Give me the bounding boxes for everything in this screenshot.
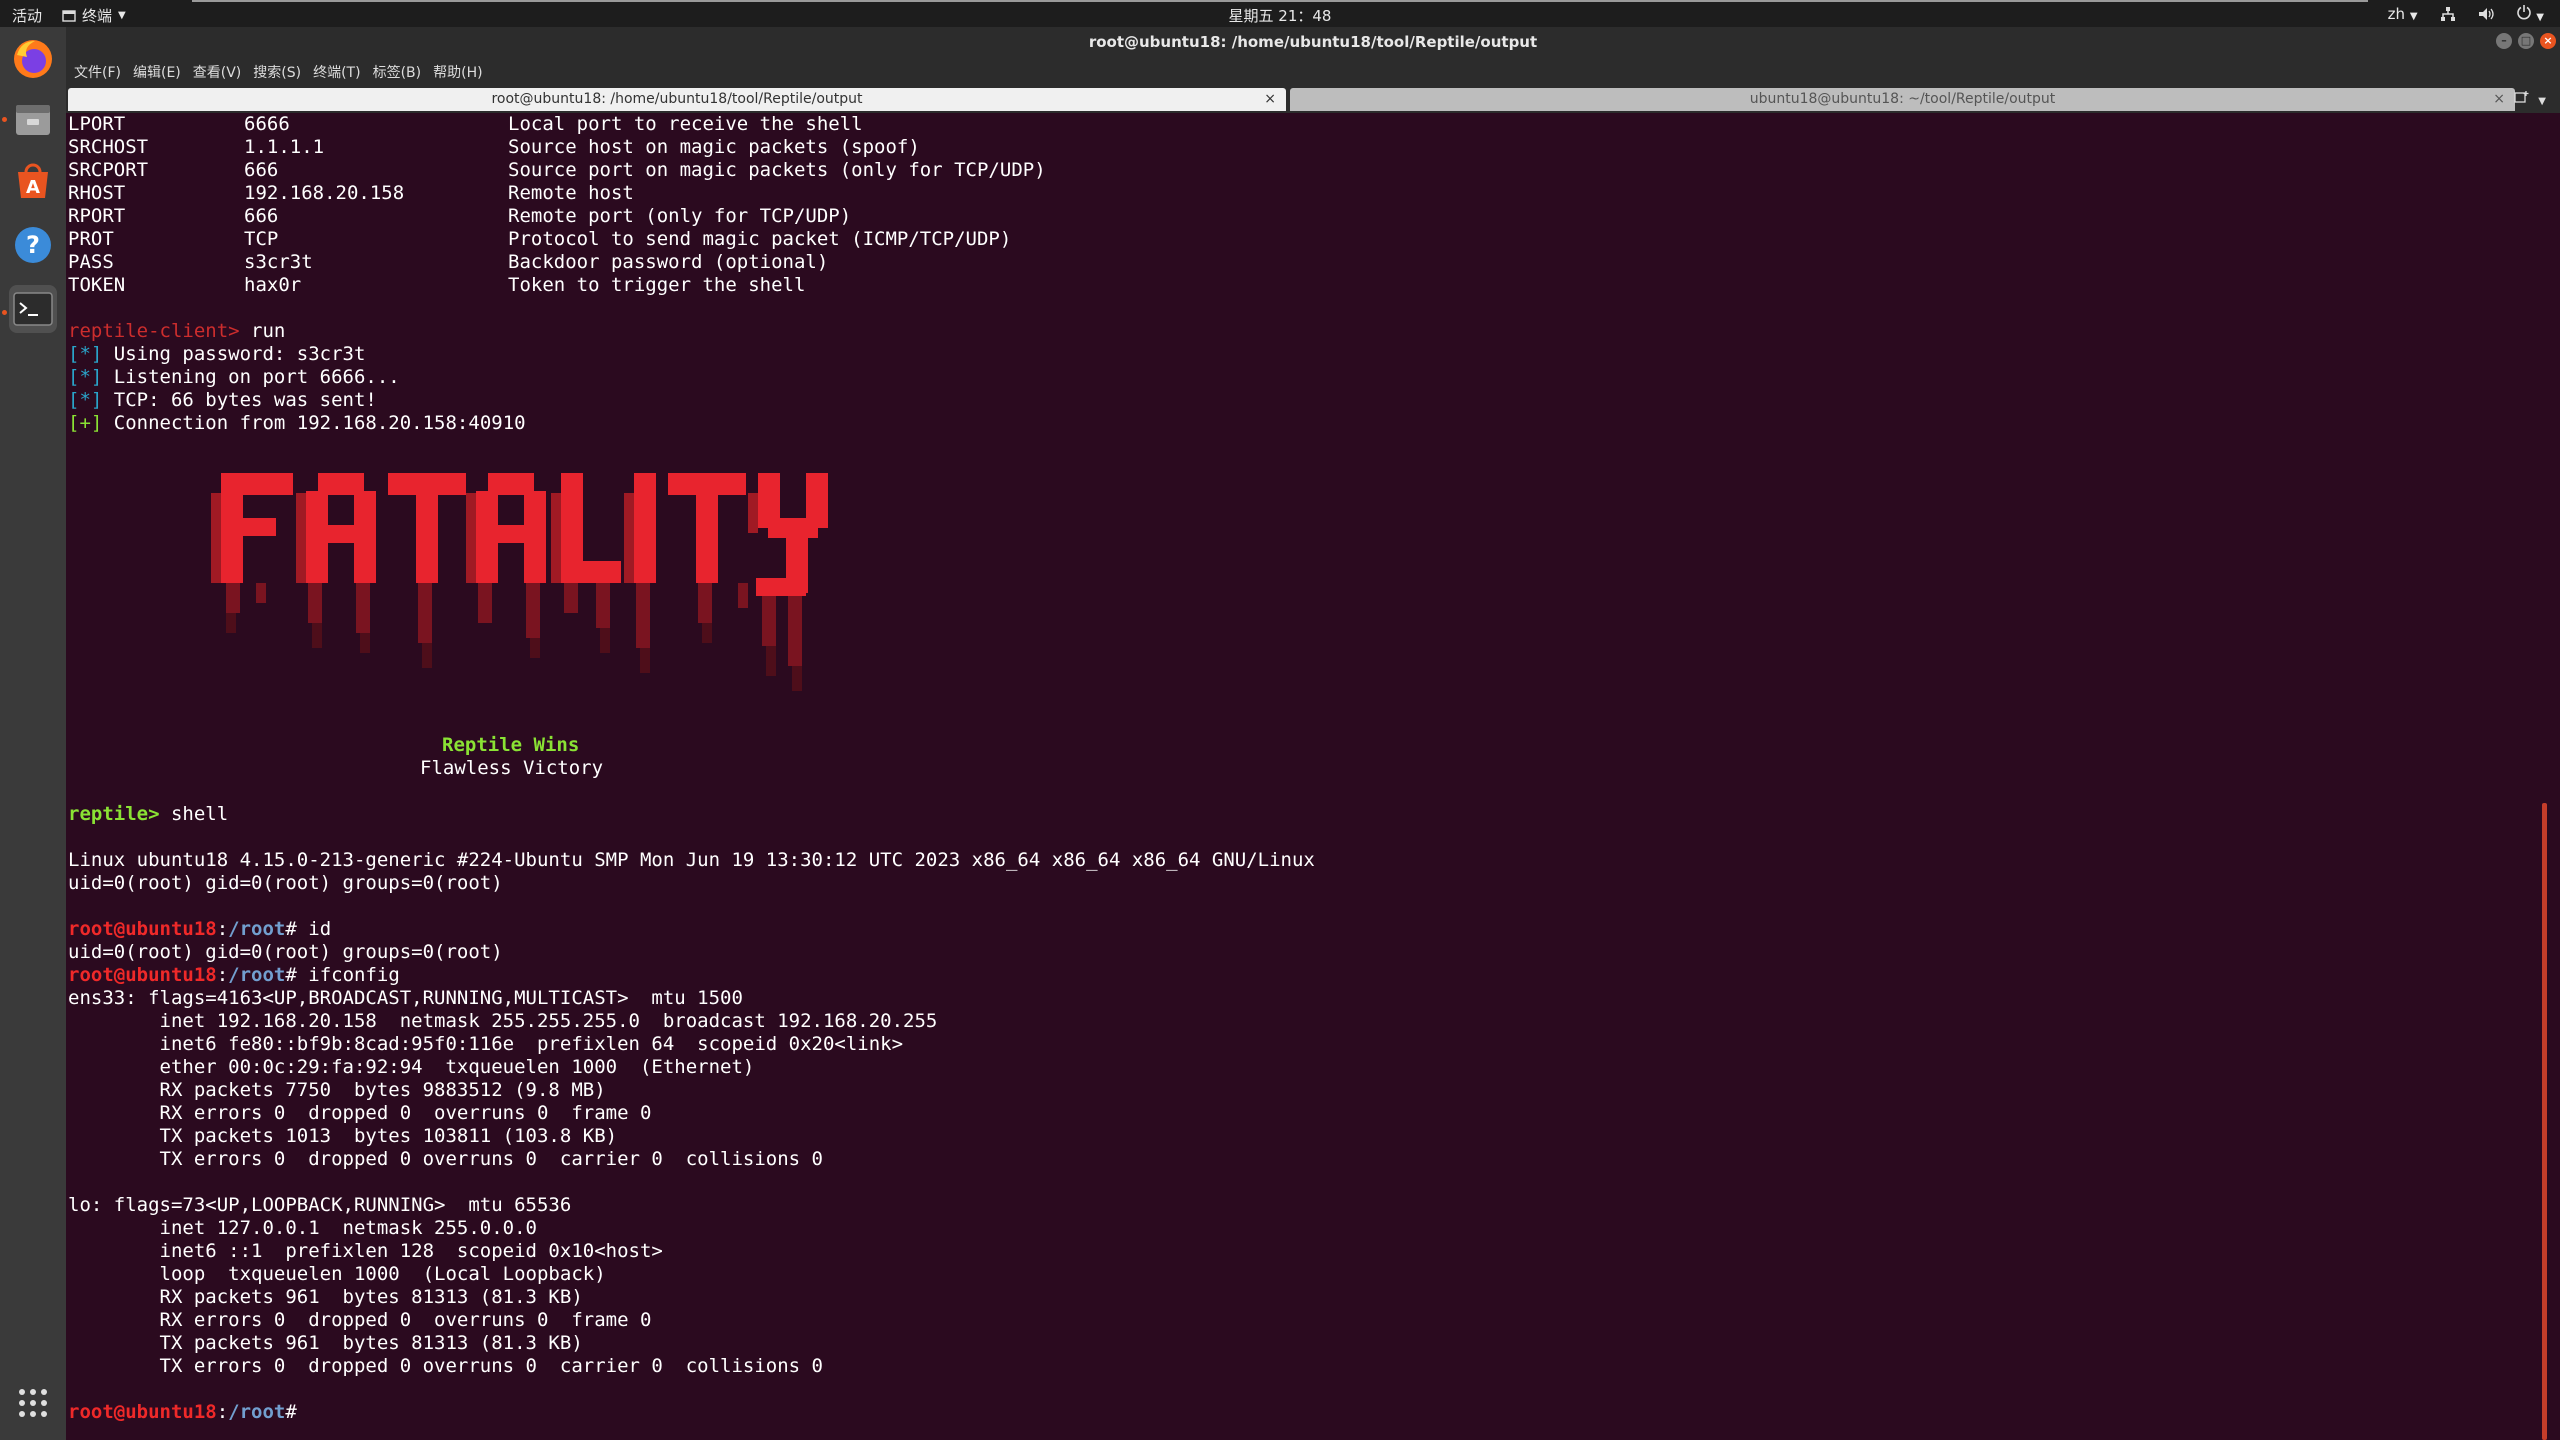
option-row: LPORT 6666 Local port to receive the shell [68,113,863,135]
terminal-launcher[interactable] [9,285,57,333]
apps-grid-icon [19,1389,47,1417]
ifconfig-line: TX packets 961 bytes 81313 (81.3 KB) [68,1332,583,1354]
running-indicator [2,310,7,315]
help-launcher[interactable]: ? [9,221,57,269]
tab-root-output[interactable]: root@ubuntu18: /home/ubuntu18/tool/Repti… [68,88,1286,111]
software-launcher[interactable]: A [9,157,57,205]
status-line: [*] TCP: 66 bytes was sent! [68,389,377,411]
window-title: root@ubuntu18: /home/ubuntu18/tool/Repti… [1088,33,1538,51]
option-row: SRCPORT 666 Source port on magic packets (… [68,159,1046,181]
menu-tabs[interactable]: 标签(B) [373,62,422,82]
ifconfig-line: inet 127.0.0.1 netmask 255.0.0.0 [68,1217,538,1239]
ifconfig-line: inet 192.168.20.158 netmask 255.255.255.… [68,1010,938,1032]
option-row: SRCHOST 1.1.1.1 Source host on magic packe… [68,136,920,158]
banner-victory: Flawless Victory [420,757,604,779]
ifconfig-line: RX errors 0 dropped 0 overruns 0 frame 0 [68,1309,652,1331]
option-row: RPORT 666 Remote port (only for TCP/UDP) [68,205,852,227]
dock: A ? [0,27,66,1440]
ifconfig-line: inet6 ::1 prefixlen 128 scopeid 0x10<hos… [68,1240,663,1262]
ifconfig-line: ether 00:0c:29:fa:92:94 txqueuelen 1000 … [68,1056,755,1078]
id-output-line: uid=0(root) gid=0(root) groups=0(root) [68,872,503,894]
status-line: [+] Connection from 192.168.20.158:40910 [68,412,526,434]
current-prompt-line[interactable]: root@ubuntu18:/root# [68,1401,297,1424]
chevron-down-icon: ▼ [2536,12,2544,23]
firefox-icon [14,40,52,78]
menu-bar: 文件(F) 编辑(E) 查看(V) 搜索(S) 终端(T) 标签(B) 帮助(H… [66,57,2560,86]
top-panel: 活动 终端 ▼ 星期五 21：48 zh ▼ ▼ [0,0,2560,27]
files-icon [16,105,50,135]
root-prompt-line: root@ubuntu18:/root# id [68,918,332,940]
tab-label: root@ubuntu18: /home/ubuntu18/tool/Repti… [491,91,863,107]
menu-view[interactable]: 查看(V) [193,62,242,82]
new-tab-button[interactable]: ▼ [2513,90,2546,108]
option-row: RHOST 192.168.20.158 Remote host [68,182,634,204]
menu-search[interactable]: 搜索(S) [253,62,301,82]
menu-edit[interactable]: 编辑(E) [133,62,181,82]
tab-label: ubuntu18@ubuntu18: ~/tool/Reptile/output [1749,91,2056,107]
ifconfig-line: TX errors 0 dropped 0 overruns 0 carrier… [68,1355,823,1377]
reptile-prompt-line: reptile> shell [68,803,229,825]
tab-user-output[interactable]: ubuntu18@ubuntu18: ~/tool/Reptile/output… [1290,88,2515,111]
option-row: TOKEN hax0r Token to trigger the shell [68,274,806,296]
ifconfig-line: inet6 fe80::bf9b:8cad:95f0:116e prefixle… [68,1033,904,1055]
ifconfig-line: RX packets 961 bytes 81313 (81.3 KB) [68,1286,583,1308]
progress-line [192,0,2368,2]
minimize-button[interactable]: – [2496,33,2512,49]
option-row: PASS s3cr3t Backdoor password (optional) [68,251,829,273]
files-launcher[interactable] [9,95,57,143]
scrollbar[interactable] [2542,803,2547,1440]
language-indicator[interactable]: zh ▼ [2388,5,2418,23]
maximize-button[interactable]: □ [2518,33,2534,49]
terminal-icon [13,292,53,326]
system-tray[interactable]: zh ▼ ▼ [2388,4,2544,24]
ifconfig-line: RX packets 7750 bytes 9883512 (9.8 MB) [68,1079,606,1101]
ifconfig-line: RX errors 0 dropped 0 overruns 0 frame 0 [68,1102,652,1124]
ifconfig-line: loop txqueuelen 1000 (Local Loopback) [68,1263,606,1285]
root-prompt-line: root@ubuntu18:/root# ifconfig [68,964,400,986]
window-titlebar[interactable]: root@ubuntu18: /home/ubuntu18/tool/Repti… [66,27,2560,57]
clock[interactable]: 星期五 21：48 [0,5,2560,26]
ifconfig-line: ens33: flags=4163<UP,BROADCAST,RUNNING,M… [68,987,743,1009]
tab-bar: root@ubuntu18: /home/ubuntu18/tool/Repti… [66,86,2560,113]
close-tab-icon[interactable]: × [2493,88,2505,111]
help-icon: ? [15,227,51,263]
status-line: [*] Listening on port 6666... [68,366,400,388]
close-button[interactable]: × [2540,33,2556,49]
id-output-line: uid=0(root) gid=0(root) groups=0(root) [68,941,503,963]
power-icon [2516,5,2531,20]
running-indicator [2,117,7,122]
client-prompt-line: reptile-client> run [68,320,286,342]
menu-terminal[interactable]: 终端(T) [313,62,360,82]
option-row: PROT TCP Protocol to send magic packet (IC… [68,228,1012,250]
new-tab-icon [2513,91,2529,103]
fatality-banner-art [211,473,828,691]
svg-text:A: A [26,177,40,198]
show-applications-button[interactable] [9,1379,57,1427]
menu-help[interactable]: 帮助(H) [433,62,482,82]
software-icon: A [18,163,48,198]
volume-icon[interactable] [2478,6,2494,22]
terminal-output[interactable]: LPORT 6666 Local port to receive the shell… [67,113,2547,1440]
ifconfig-line: lo: flags=73<UP,LOOPBACK,RUNNING> mtu 65… [68,1194,572,1216]
network-icon[interactable] [2440,6,2456,22]
menu-file[interactable]: 文件(F) [74,62,121,82]
ifconfig-line: TX errors 0 dropped 0 overruns 0 carrier… [68,1148,823,1170]
uname-line: Linux ubuntu18 4.15.0-213-generic #224-U… [68,849,1315,871]
firefox-launcher[interactable] [9,35,57,83]
close-tab-icon[interactable]: × [1264,88,1276,111]
chevron-down-icon: ▼ [2538,96,2546,107]
banner-wins: Reptile Wins [442,734,580,756]
ifconfig-line: TX packets 1013 bytes 103811 (103.8 KB) [68,1125,618,1147]
svg-text:?: ? [26,231,40,259]
window-controls: – □ × [2496,33,2556,49]
power-menu[interactable]: ▼ [2516,4,2544,24]
status-line: [*] Using password: s3cr3t [68,343,366,365]
